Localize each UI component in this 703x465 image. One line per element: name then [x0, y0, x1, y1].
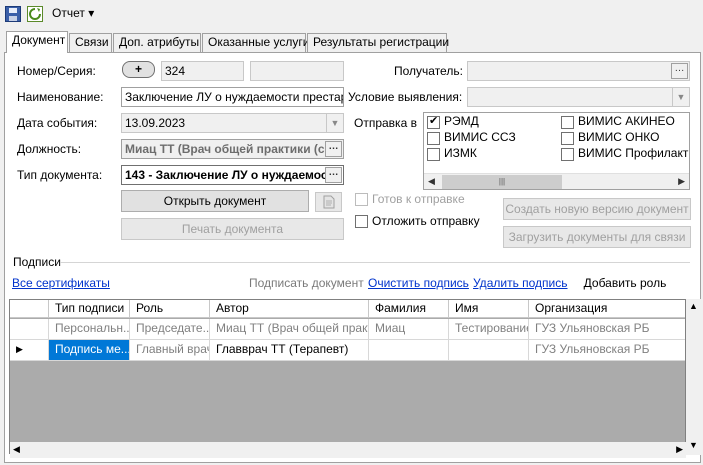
name-field[interactable]: Заключение ЛУ о нуждаемости престарелого	[121, 87, 344, 107]
scroll-right-icon[interactable]: ▶	[678, 176, 685, 187]
position-label: Должность:	[17, 142, 82, 156]
send-remd-checkbox[interactable]	[427, 114, 440, 129]
recipient-browse-icon[interactable]: …	[671, 63, 688, 79]
send-vimis-ssz-checkbox[interactable]	[427, 132, 440, 145]
save-icon[interactable]	[5, 6, 21, 22]
current-row-arrow-icon: ▶	[10, 340, 49, 361]
send-izmk-checkbox[interactable]	[427, 148, 440, 161]
grid-header-surname[interactable]: Фамилия	[369, 300, 449, 318]
date-dropdown-icon[interactable]: ▼	[326, 114, 343, 132]
tab-document[interactable]: Документ	[6, 31, 68, 53]
toolbar: Отчет ▾	[0, 0, 703, 28]
send-vimis-onko-checkbox[interactable]	[561, 132, 574, 145]
doctype-value: 143 - Заключение ЛУ о нуждаемос	[125, 168, 328, 182]
scroll-left-icon[interactable]: ◀	[428, 176, 435, 187]
cell-role[interactable]: Главный врач	[130, 340, 210, 361]
date-label: Дата события:	[17, 116, 98, 130]
detection-field[interactable]: ▼	[467, 87, 690, 107]
doctype-label: Тип документа:	[17, 168, 103, 182]
tab-registration-results[interactable]: Результаты регистрации	[307, 33, 449, 52]
send-vimis-akineo-label: ВИМИС АКИНЕО	[578, 114, 675, 128]
grid-header-name[interactable]: Имя	[449, 300, 529, 318]
tab-services[interactable]: Оказанные услуги	[202, 33, 309, 52]
grid-horizontal-scrollbar[interactable]: ◀ ▶	[10, 442, 686, 458]
postpone-send-checkbox[interactable]	[355, 215, 368, 228]
date-value: 13.09.2023	[125, 116, 186, 130]
postpone-send-label: Отложить отправку	[372, 214, 480, 228]
load-documents-button[interactable]: Загрузить документы для связи	[503, 226, 691, 248]
ready-to-send-label: Готов к отправке	[372, 192, 465, 206]
signatures-grid[interactable]: Тип подписи Роль Автор Фамилия Имя Орган…	[9, 299, 686, 454]
print-document-button[interactable]: Печать документа	[121, 218, 344, 240]
refresh-icon[interactable]	[27, 6, 43, 22]
recipient-label: Получатель:	[394, 64, 463, 78]
ready-to-send-checkbox[interactable]	[355, 193, 368, 206]
send-vimis-prof-checkbox[interactable]	[561, 148, 574, 161]
cell-sign-type[interactable]: Персональн...	[49, 319, 130, 340]
cell-sign-type[interactable]: Подпись ме...	[49, 340, 130, 361]
recipient-field[interactable]: …	[467, 61, 690, 81]
row-indicator	[10, 319, 49, 340]
scroll-thumb[interactable]: |||	[442, 175, 562, 189]
grid-header-role[interactable]: Роль	[130, 300, 210, 318]
send-list-scrollbar[interactable]: ◀ ||| ▶	[424, 173, 689, 189]
create-new-version-button[interactable]: Создать новую версию документ	[503, 198, 691, 220]
number-field[interactable]: 324	[161, 61, 244, 81]
number-label: Номер/Серия:	[17, 64, 96, 78]
grid-vertical-scrollbar[interactable]: ▲ ▼	[686, 299, 702, 455]
table-row[interactable]: ▶ Подпись ме... Главный врач Главврач ТТ…	[10, 340, 685, 361]
tab-extra-attributes[interactable]: Доп. атрибуты	[113, 33, 201, 52]
cell-name[interactable]	[449, 340, 529, 361]
grid-header-sign-type[interactable]: Тип подписи	[49, 300, 130, 318]
cell-name[interactable]: Тестирование	[449, 319, 529, 340]
cell-organization[interactable]: ГУЗ Ульяновская РБ	[529, 340, 685, 361]
detection-label: Условие выявления:	[348, 90, 463, 104]
sign-document-link[interactable]: Подписать документ	[249, 276, 364, 290]
cell-surname[interactable]: Миац	[369, 319, 449, 340]
signatures-group-label: Подписи	[13, 255, 61, 269]
all-certificates-link[interactable]: Все сертификаты	[12, 276, 110, 290]
grid-header-author[interactable]: Автор	[210, 300, 369, 318]
detection-dropdown-icon[interactable]: ▼	[672, 88, 689, 106]
add-role-button[interactable]: Добавить роль	[568, 271, 682, 295]
clear-signature-link[interactable]: Очистить подпись	[368, 276, 469, 290]
scroll-down-icon[interactable]: ▼	[689, 440, 698, 450]
number-plus-button[interactable]: +	[122, 61, 155, 78]
send-vimis-akineo-checkbox[interactable]	[561, 116, 574, 129]
name-label: Наименование:	[17, 90, 104, 104]
doctype-browse-icon[interactable]: …	[325, 167, 342, 183]
open-document-button[interactable]: Открыть документ	[121, 190, 309, 212]
cell-role[interactable]: Председате...	[130, 319, 210, 340]
send-vimis-prof-label: ВИМИС Профилактик	[578, 146, 690, 160]
send-remd-label: РЭМД	[444, 114, 479, 128]
send-vimis-ssz-label: ВИМИС ССЗ	[444, 130, 516, 144]
cell-author[interactable]: Миац ТТ (Врач общей практ...	[210, 319, 369, 340]
grid-header: Тип подписи Роль Автор Фамилия Имя Орган…	[10, 300, 685, 318]
series-field[interactable]	[250, 61, 344, 81]
grid-header-organization[interactable]: Организация	[529, 300, 685, 318]
table-row[interactable]: Персональн... Председате... Миац ТТ (Вра…	[10, 319, 685, 340]
position-value: Миац ТТ (Врач общей практики (се	[125, 142, 332, 156]
signatures-divider	[60, 262, 690, 263]
send-label: Отправка в	[354, 116, 417, 130]
send-vimis-onko-label: ВИМИС ОНКО	[578, 130, 660, 144]
position-browse-icon[interactable]: …	[325, 141, 342, 157]
cell-surname[interactable]	[369, 340, 449, 361]
tab-links[interactable]: Связи	[69, 33, 112, 52]
scroll-up-icon[interactable]: ▲	[689, 301, 698, 311]
report-menu[interactable]: Отчет ▾	[52, 6, 94, 20]
cell-author[interactable]: Главврач ТТ (Терапевт)	[210, 340, 369, 361]
document-file-icon[interactable]	[315, 192, 342, 212]
delete-signature-link[interactable]: Удалить подпись	[473, 276, 568, 290]
grid-scroll-left-icon[interactable]: ◀	[13, 444, 20, 455]
cell-organization[interactable]: ГУЗ Ульяновская РБ	[529, 319, 685, 340]
date-field[interactable]: 13.09.2023 ▼	[121, 113, 344, 133]
grid-header-indicator	[10, 300, 49, 318]
send-izmk-label: ИЗМК	[444, 146, 477, 160]
doctype-field[interactable]: 143 - Заключение ЛУ о нуждаемос …	[121, 165, 344, 185]
position-field[interactable]: Миац ТТ (Врач общей практики (се …	[121, 139, 344, 159]
grid-scroll-right-icon[interactable]: ▶	[676, 444, 683, 455]
